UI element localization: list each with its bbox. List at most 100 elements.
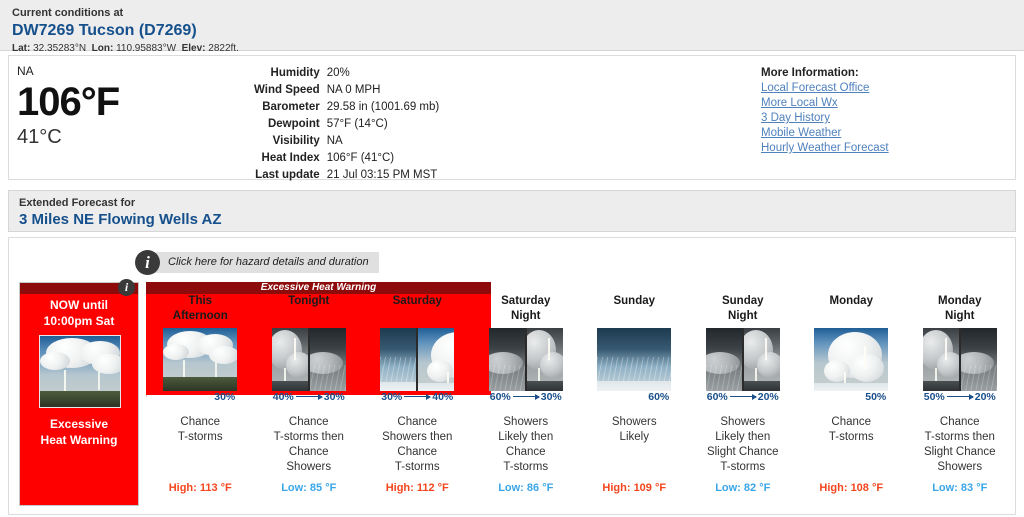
cloudy-night-icon	[308, 328, 346, 391]
forecast-icon	[380, 328, 455, 391]
forecast-description: Showers Likely then Chance T-storms	[472, 415, 581, 481]
forecast-icon	[705, 328, 780, 391]
hazard-timeframe-line1: NOW until	[50, 298, 108, 312]
forecast-icon	[814, 328, 889, 391]
forecast-period[interactable]: Monday Night 50% 20% Chance T-storms then Slig…	[906, 282, 1015, 514]
forecast-day-line1: Monday	[938, 295, 982, 307]
precipitation-chance: 30% 40%	[380, 391, 454, 403]
arrow-right-icon	[512, 393, 540, 400]
forecast-period[interactable]: Tonight 40% 30% Chance T-storms then Chance Sh…	[255, 282, 364, 514]
current-temperature-block: NA 106°F 41°C	[17, 64, 247, 149]
forecast-day-line1: Saturday	[501, 295, 551, 307]
precipitation-chance: 40% 30%	[272, 391, 346, 403]
hazard-details-link[interactable]: i Click here for hazard details and dura…	[135, 250, 379, 275]
cloudy-night-icon	[705, 328, 743, 391]
more-info-link[interactable]: More Local Wx	[761, 96, 889, 111]
conditions-row-key: Dewpoint	[267, 118, 320, 130]
showers-day-icon	[597, 328, 672, 391]
thunderstorm-day-icon	[814, 328, 889, 391]
temperature-fahrenheit: 106°F	[17, 80, 120, 124]
forecast-icon-second-half	[742, 328, 780, 391]
forecast-icon-divider	[416, 328, 419, 391]
forecast-icon-divider	[524, 328, 527, 391]
forecast-location: 3 Miles NE Flowing Wells AZ	[19, 211, 222, 228]
conditions-table: Humidity 20% Wind Speed NA 0 MPH Barometer 29…	[254, 65, 439, 184]
info-icon[interactable]: i	[118, 279, 135, 296]
forecast-description-line: Chance	[831, 416, 872, 428]
forecast-period[interactable]: This Afternoon 30% Chance T-storms High: 113 …	[146, 282, 255, 514]
conditions-row-key: Heat Index	[261, 152, 320, 164]
forecast-period-day: Tonight	[255, 282, 364, 328]
forecast-description-line: T-storms	[828, 431, 874, 443]
conditions-row-value: 21 Jul 03:15 PM MST	[326, 169, 438, 181]
forecast-icon-first-half	[922, 328, 960, 391]
forecast-icon-second-half	[525, 328, 563, 391]
more-info-link[interactable]: 3 Day History	[761, 111, 889, 126]
precipitation-chance: 60% 20%	[706, 391, 780, 403]
conditions-row-value: 20%	[326, 67, 350, 79]
forecast-period[interactable]: Sunday Night 60% 20% Showers Likely then Sligh…	[689, 282, 798, 514]
forecast-icon-first-half	[380, 328, 418, 391]
forecast-description-line: Showers then	[382, 431, 453, 443]
forecast-day-line2: Night	[511, 310, 541, 322]
more-info-link[interactable]: Mobile Weather	[761, 126, 889, 141]
forecast-day-line1: Tonight	[288, 295, 330, 307]
forecast-temperature: Low: 83 °F	[932, 482, 988, 494]
hazard-card-title: Excessive Heat Warning	[20, 416, 138, 448]
forecast-period[interactable]: Sunday 60% Showers Likely High: 109 °F	[580, 282, 689, 514]
forecast-icon	[271, 328, 346, 391]
precipitation-chance: 60%	[597, 391, 671, 403]
conditions-row: Wind Speed NA 0 MPH	[254, 82, 439, 99]
forecast-description-line: Showers	[286, 461, 332, 473]
forecast-description-line: Chance	[505, 446, 546, 458]
hazard-card-thumbnail	[39, 335, 121, 408]
precip-chance-second: 40%	[432, 391, 454, 403]
conditions-row-value: 106°F (41°C)	[326, 152, 395, 164]
forecast-description-line: Chance	[180, 416, 221, 428]
precip-chance-second: 20%	[757, 391, 779, 403]
hazard-warning-card[interactable]: i NOW until 10:00pm Sat Excessive Heat W…	[19, 279, 139, 506]
thunderstorm-night-icon	[922, 328, 960, 391]
thunderstorm-day-icon	[417, 328, 455, 391]
forecast-description-line: Chance	[288, 446, 329, 458]
precipitation-chance: 30%	[163, 391, 237, 403]
forecast-period[interactable]: Saturday 30% 40% Chance Showers then Chance T-…	[363, 282, 472, 514]
forecast-period-day: Monday	[797, 282, 906, 328]
temperature-celsius: 41°C	[17, 126, 62, 148]
more-information-title: More Information:	[761, 67, 859, 79]
forecast-period-day: Sunday Night	[689, 282, 798, 328]
forecast-description-line: Showers	[611, 416, 657, 428]
forecast-period[interactable]: Saturday Night 60% 30% Showers Likely then Cha…	[472, 282, 581, 514]
info-icon[interactable]: i	[135, 250, 160, 275]
conditions-table-body: Humidity 20% Wind Speed NA 0 MPH Barometer 29…	[254, 65, 439, 184]
arrow-right-icon	[729, 393, 757, 400]
cloudy-night-icon	[959, 328, 997, 391]
extended-forecast-header: Extended Forecast for 3 Miles NE Flowing…	[8, 190, 1016, 232]
conditions-row-key: Barometer	[262, 101, 320, 113]
forecast-temperature: Low: 82 °F	[715, 482, 771, 494]
current-conditions-panel: NA 106°F 41°C Humidity 20% Wind Speed NA 0 …	[8, 55, 1016, 181]
forecast-panel: i Click here for hazard details and dura…	[8, 237, 1016, 515]
more-information-block: More Information: Local Forecast Office M…	[761, 65, 889, 156]
conditions-row: Visibility NA	[254, 133, 439, 150]
precip-chance-first: 50%	[923, 391, 945, 403]
forecast-temperature: High: 112 °F	[385, 482, 449, 494]
more-info-link[interactable]: Hourly Weather Forecast	[761, 141, 889, 156]
more-info-link[interactable]: Local Forecast Office	[761, 81, 889, 96]
conditions-row-value: NA	[326, 135, 343, 147]
forecast-description: Showers Likely	[580, 415, 689, 481]
forecast-description-line: Likely	[619, 431, 649, 443]
more-information-links: Local Forecast Office More Local Wx 3 Day …	[761, 81, 889, 156]
extended-forecast-label: Extended Forecast for	[19, 197, 136, 209]
forecast-description-line: T-storms then	[273, 431, 344, 443]
forecast-icon-second-half	[959, 328, 997, 391]
conditions-row: Dewpoint 57°F (14°C)	[254, 116, 439, 133]
precipitation-chance: 60% 30%	[489, 391, 563, 403]
current-conditions-label: Current conditions at	[12, 7, 124, 19]
forecast-description-line: Slight Chance	[923, 446, 996, 458]
weather-page: Current conditions at DW7269 Tucson (D72…	[0, 0, 1024, 517]
forecast-period[interactable]: Monday 50% Chance T-storms High: 108 °F	[797, 282, 906, 514]
forecast-period-day: Saturday	[363, 282, 472, 328]
forecast-description-line: Showers	[503, 416, 549, 428]
forecast-description-line: T-storms then	[924, 431, 995, 443]
